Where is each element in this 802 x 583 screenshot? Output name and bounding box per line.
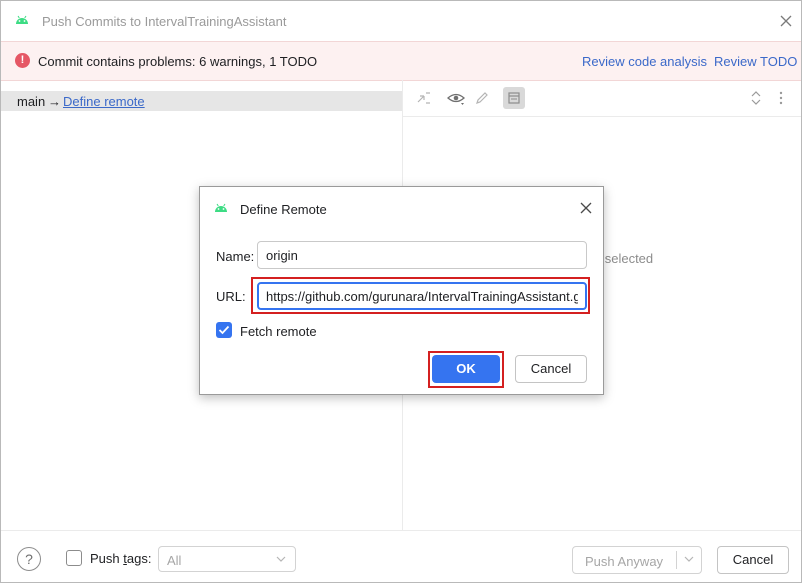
chevron-down-icon[interactable]	[683, 553, 695, 568]
push-tags-select[interactable]: All	[158, 546, 296, 572]
android-icon	[214, 202, 228, 217]
more-icon[interactable]	[771, 88, 791, 108]
changes-toolbar	[403, 80, 801, 117]
name-label: Name:	[216, 249, 255, 264]
push-tags-value: All	[167, 553, 182, 568]
android-icon	[15, 14, 29, 29]
fetch-remote-checkbox[interactable]	[216, 322, 232, 338]
cancel-button[interactable]: Cancel	[717, 546, 789, 574]
window-title: Push Commits to IntervalTrainingAssistan…	[42, 14, 287, 29]
title-bar: Push Commits to IntervalTrainingAssistan…	[1, 1, 801, 41]
push-anyway-button[interactable]: Push Anyway	[572, 546, 702, 574]
branch-name: main	[17, 94, 46, 109]
review-code-analysis-link[interactable]: Review code analysis	[582, 54, 707, 69]
problems-message: Commit contains problems: 6 warnings, 1 …	[38, 54, 318, 69]
footer-bar: ? Push tags: All Push Anyway Cancel	[1, 530, 801, 583]
pencil-icon[interactable]	[472, 88, 492, 108]
review-todo-link[interactable]: Review TODO	[714, 54, 797, 69]
problems-banner: ! Commit contains problems: 6 warnings, …	[1, 41, 801, 81]
url-field[interactable]	[257, 282, 587, 310]
push-anyway-label: Push Anyway	[585, 554, 664, 569]
chevron-down-icon	[275, 553, 287, 568]
button-separator	[676, 551, 677, 569]
branch-row[interactable]: main → Define remote	[1, 91, 402, 111]
expand-collapse-icon[interactable]	[746, 88, 766, 108]
fetch-remote-label: Fetch remote	[240, 324, 317, 339]
eye-icon[interactable]	[446, 88, 466, 108]
ok-button[interactable]: OK	[432, 355, 500, 383]
dialog-title: Define Remote	[240, 202, 327, 217]
define-remote-dialog: Define Remote Name: URL: Fetch remote OK…	[199, 186, 604, 395]
name-field[interactable]	[257, 241, 587, 269]
panel-icon[interactable]	[503, 87, 525, 109]
help-button[interactable]: ?	[17, 547, 41, 571]
error-icon: !	[15, 53, 30, 68]
url-label: URL:	[216, 289, 246, 304]
push-tags-label: Push tags:	[90, 551, 152, 566]
dialog-cancel-button[interactable]: Cancel	[515, 355, 587, 383]
close-icon[interactable]	[578, 200, 594, 216]
collapse-icon[interactable]	[414, 88, 434, 108]
define-remote-link[interactable]: Define remote	[63, 94, 145, 109]
close-icon[interactable]	[778, 13, 794, 29]
push-tags-checkbox[interactable]	[66, 550, 82, 566]
arrow-icon: →	[48, 94, 61, 109]
